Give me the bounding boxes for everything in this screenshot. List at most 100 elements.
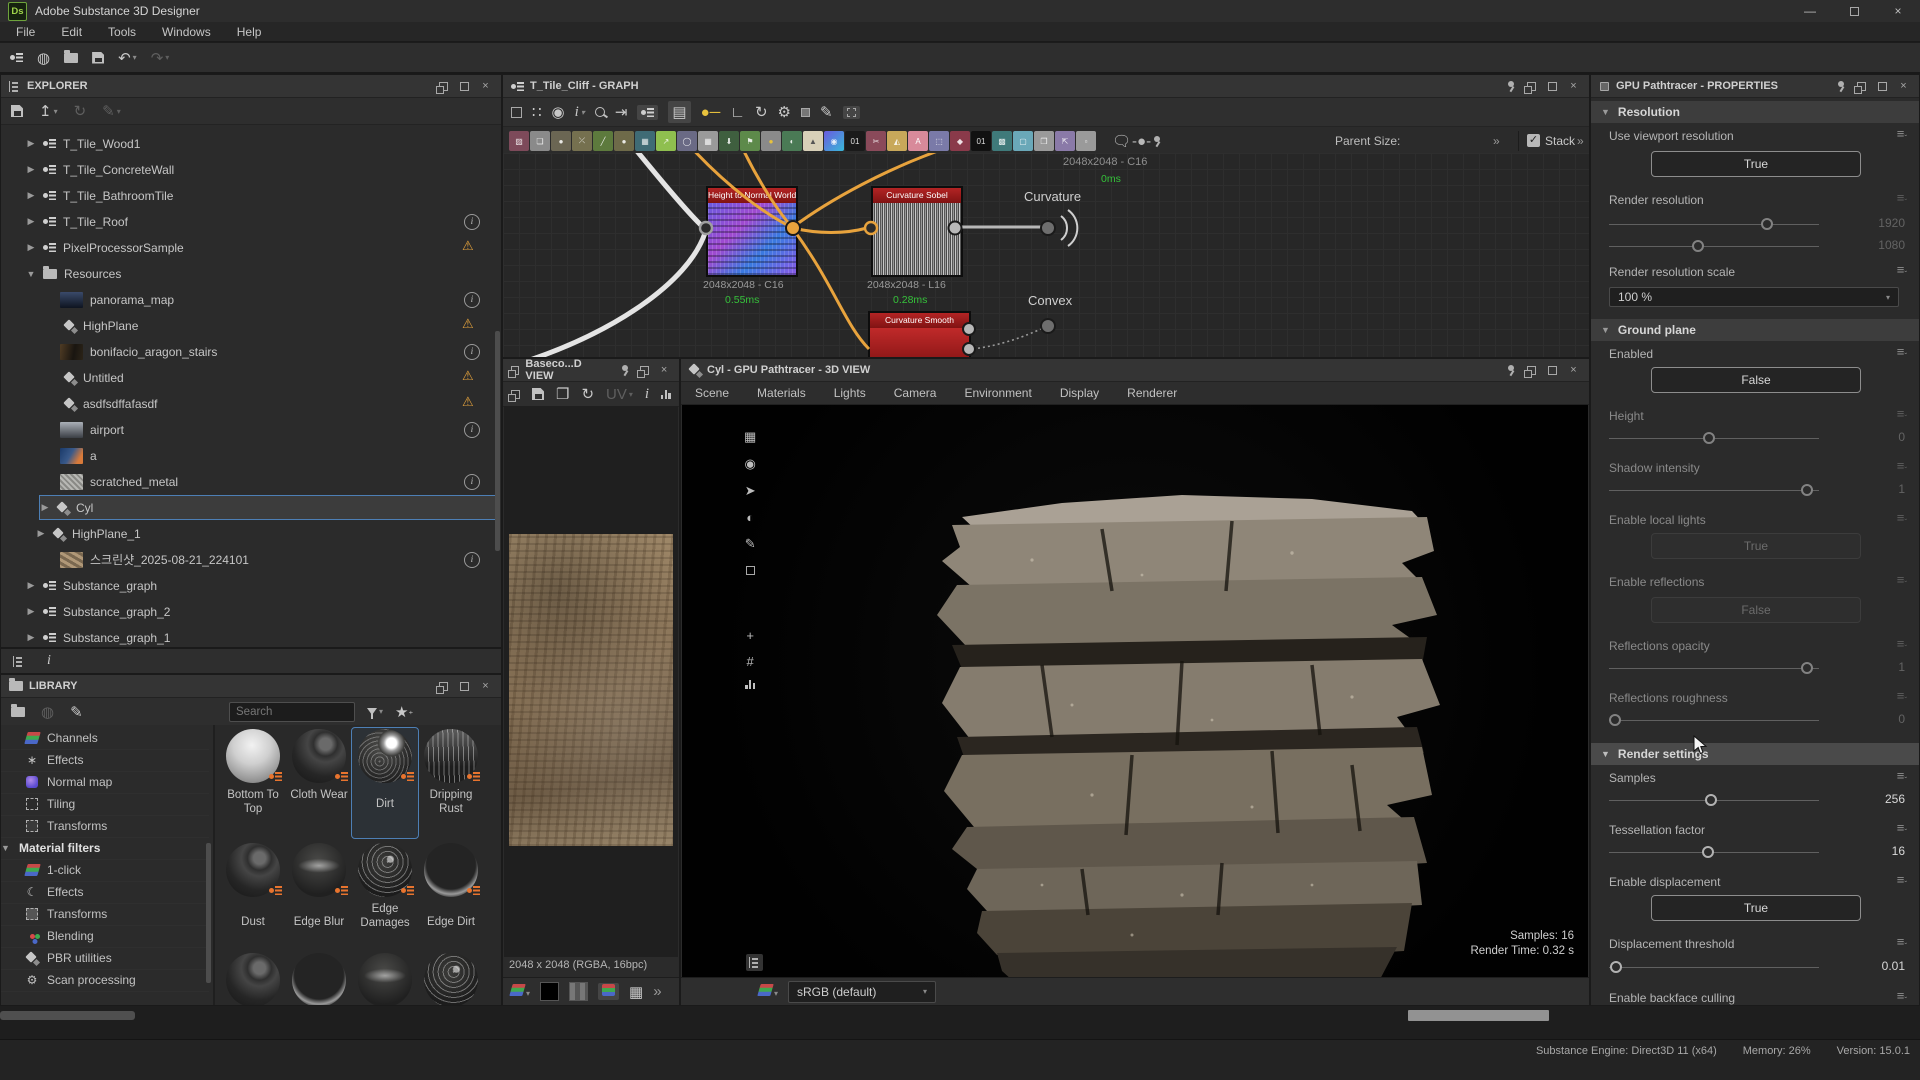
clean-graph-icon[interactable]: ✎ bbox=[820, 103, 833, 121]
channels-icon[interactable]: ▾ bbox=[759, 984, 778, 999]
reflections-opacity-slider[interactable] bbox=[1609, 662, 1819, 675]
node-palette-icon[interactable]: ⚑ bbox=[740, 131, 760, 151]
background-black-swatch[interactable] bbox=[540, 982, 559, 1001]
light-icon[interactable]: ◉ bbox=[744, 456, 755, 472]
explorer-scrollbar[interactable] bbox=[495, 331, 500, 551]
property-options-icon[interactable]: ≡ˇ bbox=[1897, 193, 1907, 208]
tree-item[interactable]: ▶T_Tile_ConcreteWall bbox=[1, 157, 501, 182]
tree-item[interactable]: scratched_metali bbox=[1, 469, 501, 494]
library-scrollbar[interactable] bbox=[206, 843, 211, 983]
node-palette-icon[interactable]: ✂ bbox=[866, 131, 886, 151]
menu-scene[interactable]: Scene bbox=[681, 386, 743, 400]
colorspace-dropdown[interactable]: sRGB (default) ▾ bbox=[788, 981, 936, 1003]
snap-grid-icon[interactable] bbox=[843, 106, 860, 119]
pin-icon[interactable] bbox=[1833, 81, 1848, 92]
refresh-icon[interactable]: ↻ bbox=[74, 102, 87, 120]
elbow-links-icon[interactable]: ∟ bbox=[730, 104, 745, 121]
node-palette-icon[interactable]: ▩ bbox=[992, 131, 1012, 151]
material-tile[interactable] bbox=[221, 953, 285, 1005]
pin-tool-icon[interactable] bbox=[1152, 136, 1162, 147]
node-palette-icon[interactable]: ▲ bbox=[803, 131, 823, 151]
display-mode-icon[interactable]: ▦ bbox=[744, 429, 756, 445]
node-palette-icon[interactable]: ● bbox=[614, 131, 634, 151]
property-options-icon[interactable]: ≡ˇ bbox=[1897, 461, 1907, 476]
render-width-value[interactable]: 1920 bbox=[1835, 216, 1905, 230]
new-view-icon[interactable] bbox=[511, 390, 520, 399]
minimize-button[interactable]: — bbox=[1788, 0, 1832, 22]
shadow-intensity-value[interactable]: 1 bbox=[1835, 482, 1905, 496]
clean-icon[interactable]: ✎▾ bbox=[102, 102, 121, 120]
close-button[interactable]: × bbox=[1876, 0, 1920, 22]
property-options-icon[interactable]: ≡ˇ bbox=[1897, 347, 1907, 362]
info-view-icon[interactable]: i bbox=[47, 653, 51, 669]
warning-badge[interactable]: ⚠ bbox=[462, 316, 474, 332]
node-palette-icon[interactable]: ❏ bbox=[530, 131, 550, 151]
samples-value[interactable]: 256 bbox=[1835, 792, 1905, 806]
node-palette-icon[interactable]: ◭ bbox=[887, 131, 907, 151]
display-monitor-icon[interactable] bbox=[598, 983, 619, 1000]
tree-item[interactable]: ▶Substance_graph_2 bbox=[1, 599, 501, 624]
tree-item[interactable]: ▶T_Tile_BathroomTile bbox=[1, 183, 501, 208]
add-folder-icon[interactable] bbox=[11, 707, 25, 717]
graph-node-curvature-sobel[interactable]: Curvature Sobel bbox=[871, 186, 963, 277]
dock-icon[interactable] bbox=[1854, 82, 1869, 91]
info-badge[interactable]: i bbox=[464, 422, 480, 438]
node-palette-icon[interactable]: ╱ bbox=[593, 131, 613, 151]
material-tile[interactable]: Dripping Rust bbox=[419, 729, 483, 817]
maximize-panel-icon[interactable] bbox=[457, 682, 472, 691]
info-badge[interactable]: i bbox=[464, 344, 480, 360]
warning-badge[interactable]: ⚠ bbox=[462, 394, 474, 410]
menu-display[interactable]: Display bbox=[1046, 386, 1113, 400]
stack-expand[interactable]: » bbox=[1577, 134, 1584, 148]
layers-mode-icon[interactable]: ▤ bbox=[668, 101, 690, 123]
save-icon[interactable] bbox=[11, 105, 23, 117]
node-palette-icon[interactable]: ▦ bbox=[635, 131, 655, 151]
channels-icon[interactable]: ▾ bbox=[511, 984, 530, 999]
library-header[interactable]: LIBRARY × bbox=[1, 675, 501, 698]
tree-item[interactable]: a bbox=[1, 443, 501, 468]
property-options-icon[interactable]: ≡ˇ bbox=[1897, 575, 1907, 590]
paint-icon[interactable]: ✎ bbox=[745, 536, 756, 552]
node-palette-icon[interactable]: ⬇ bbox=[719, 131, 739, 151]
property-options-icon[interactable]: ≡ˇ bbox=[1897, 513, 1907, 528]
property-options-icon[interactable]: ≡ˇ bbox=[1897, 265, 1907, 280]
node-palette-icon[interactable]: ⬚ bbox=[929, 131, 949, 151]
library-item[interactable]: 1-click bbox=[1, 859, 209, 882]
undo-icon[interactable]: ↶▾ bbox=[118, 49, 137, 67]
node-palette-icon[interactable]: ◆ bbox=[950, 131, 970, 151]
tree-item[interactable]: bonifacio_aragon_stairsi bbox=[1, 339, 501, 364]
reflections-opacity-value[interactable]: 1 bbox=[1835, 660, 1905, 674]
maximize-panel-icon[interactable] bbox=[1545, 366, 1560, 375]
property-options-icon[interactable]: ≡ˇ bbox=[1897, 823, 1907, 838]
tree-item[interactable]: ▶PixelProcessorSample⚠ bbox=[1, 235, 501, 260]
graph-node-height-to-normal[interactable]: Height to Normal World... bbox=[706, 186, 798, 277]
library-item[interactable]: Tiling bbox=[1, 793, 209, 816]
parent-size-expand[interactable]: » bbox=[1493, 134, 1500, 148]
export-icon[interactable]: ↥▾ bbox=[39, 102, 58, 120]
library-section-material-filters[interactable]: ▼Material filters bbox=[1, 837, 209, 860]
info-badge[interactable]: i bbox=[464, 214, 480, 230]
save-all-icon[interactable] bbox=[92, 52, 104, 64]
material-tile[interactable]: Edge Dirt bbox=[419, 843, 483, 929]
filter-icon[interactable]: ▾ bbox=[367, 707, 383, 716]
section-ground-plane[interactable]: ▼Ground plane bbox=[1591, 319, 1919, 341]
library-item[interactable]: PBR utilities bbox=[1, 947, 209, 970]
copy-image-icon[interactable]: ❐ bbox=[556, 385, 569, 403]
tessellation-slider[interactable] bbox=[1609, 846, 1819, 859]
stack-checkbox[interactable]: ✓ bbox=[1527, 134, 1540, 147]
dock-icon[interactable] bbox=[637, 366, 651, 375]
maximize-panel-icon[interactable] bbox=[457, 82, 472, 91]
menu-file[interactable]: File bbox=[4, 25, 47, 39]
warning-badge[interactable]: ⚠ bbox=[462, 368, 474, 384]
property-options-icon[interactable]: ≡ˇ bbox=[1897, 875, 1907, 890]
open-icon[interactable] bbox=[64, 53, 78, 63]
comment-icon[interactable]: 🗨 bbox=[1112, 132, 1131, 150]
property-options-icon[interactable]: ≡ˇ bbox=[1897, 639, 1907, 654]
view3d-header[interactable]: Cyl - GPU Pathtracer - 3D VIEW × bbox=[681, 359, 1589, 382]
use-viewport-resolution-toggle[interactable]: True bbox=[1651, 151, 1861, 177]
resolution-scale-dropdown[interactable]: 100 %▾ bbox=[1609, 287, 1899, 307]
tree-item[interactable]: 스크린샷_2025-08-21_224101i bbox=[1, 547, 501, 572]
property-options-icon[interactable]: ≡ˇ bbox=[1897, 771, 1907, 786]
tree-item[interactable]: HighPlane⚠ bbox=[1, 313, 501, 338]
menu-materials[interactable]: Materials bbox=[743, 386, 820, 400]
